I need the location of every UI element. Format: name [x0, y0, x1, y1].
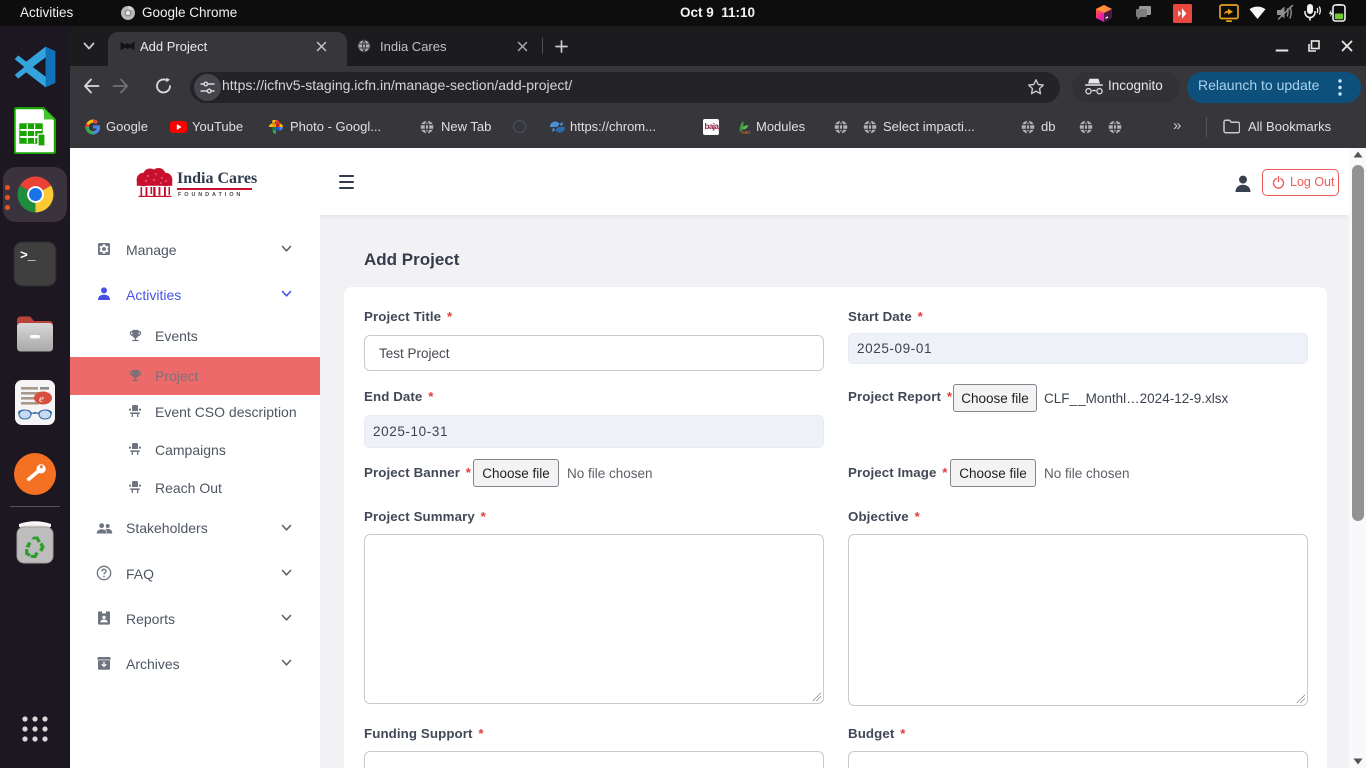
svg-text:>_: >_ — [20, 248, 36, 263]
svg-text:mkt: mkt — [742, 130, 751, 135]
svg-text:e: e — [39, 393, 44, 405]
